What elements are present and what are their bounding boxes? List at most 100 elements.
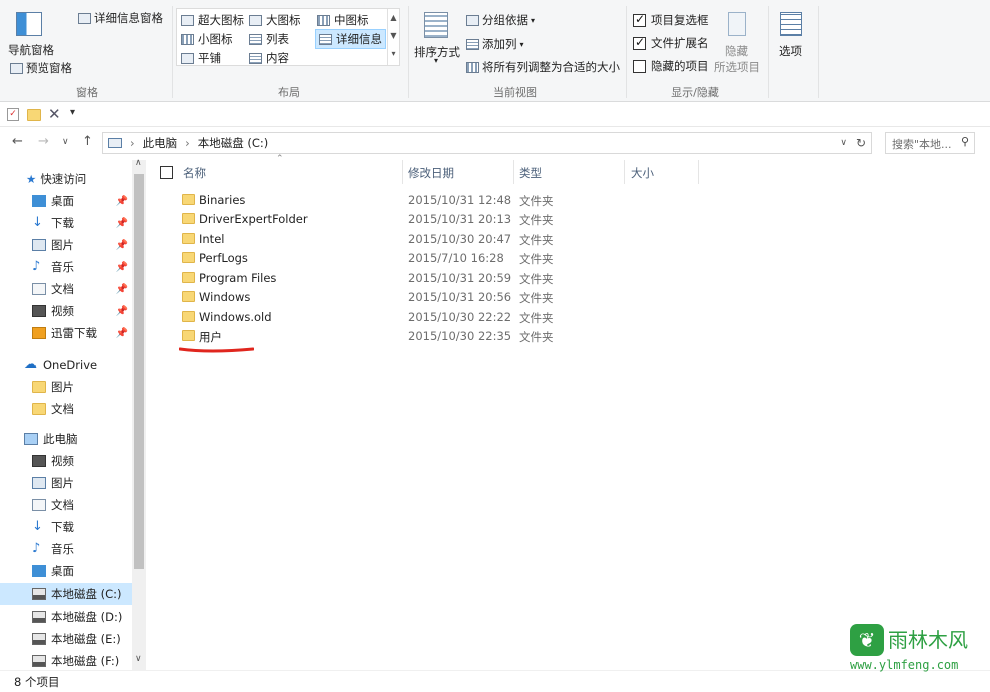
back-arrow-icon[interactable]: ← — [12, 134, 23, 149]
file-row-windows-old[interactable]: Windows.old 2015/10/30 22:22 文件夹 — [176, 308, 776, 327]
pin-icon[interactable]: 📌 — [116, 196, 128, 207]
column-header-size[interactable]: 大小 — [631, 165, 654, 181]
delete-icon[interactable]: ✕ — [48, 105, 61, 123]
layout-gallery[interactable]: 超大图标 大图标 中图标 小图标 列表 详细信息 平铺 内容 ▲ ▼ ▾ — [176, 8, 400, 66]
column-header-type[interactable]: 类型 — [519, 165, 542, 181]
group-by-button[interactable]: 分组依据 ▾ — [466, 12, 535, 28]
sidebar-item-downloads[interactable]: ↓ 下载 📌 — [0, 212, 132, 234]
hidden-items-toggle[interactable]: 隐藏的项目 — [633, 58, 709, 74]
pin-icon[interactable]: 📌 — [116, 262, 128, 273]
details-pane-button[interactable]: 详细信息窗格 — [78, 10, 163, 26]
size-all-columns-button[interactable]: 将所有列调整为合适的大小 — [466, 59, 620, 75]
column-divider[interactable] — [402, 160, 403, 184]
drive-c-icon — [32, 588, 46, 600]
sidebar-item-music[interactable]: ♪ 音乐 📌 — [0, 256, 132, 278]
layout-content[interactable]: 内容 — [249, 50, 289, 66]
folder-icon — [182, 252, 195, 263]
sidebar-item-pc-documents[interactable]: 文档 — [0, 494, 132, 516]
add-columns-button[interactable]: 添加列 ▾ — [466, 36, 524, 52]
file-row-driverexpertfolder[interactable]: DriverExpertFolder 2015/10/31 20:13 文件夹 — [176, 210, 776, 229]
large-icons-icon — [249, 14, 262, 26]
address-dropdown-icon[interactable]: ∨ — [840, 138, 847, 148]
breadcrumb-separator-icon[interactable]: › — [185, 136, 190, 150]
file-row-binaries[interactable]: Binaries 2015/10/31 12:48 文件夹 — [176, 191, 776, 210]
sidebar-item-onedrive-documents[interactable]: 文档 — [0, 398, 132, 420]
sidebar-item-pc-downloads[interactable]: ↓ 下载 — [0, 516, 132, 538]
pin-icon[interactable]: 📌 — [116, 284, 128, 295]
new-folder-icon[interactable] — [27, 109, 41, 121]
forward-arrow-icon[interactable]: → — [38, 134, 49, 149]
properties-icon[interactable]: ✓ — [7, 108, 19, 121]
hide-selected-label-1: 隐藏 — [725, 44, 748, 58]
layout-list[interactable]: 列表 — [249, 31, 289, 47]
options-button[interactable]: 选项 — [772, 8, 810, 64]
column-divider[interactable] — [513, 160, 514, 184]
pin-icon[interactable]: 📌 — [116, 218, 128, 229]
sidebar-item-videos[interactable]: 视频 📌 — [0, 300, 132, 322]
pin-icon[interactable]: 📌 — [116, 240, 128, 251]
sidebar-item-drive-c[interactable]: 本地磁盘 (C:) — [0, 583, 132, 605]
folder-icon — [182, 194, 195, 205]
sidebar-item-onedrive-pictures[interactable]: 图片 — [0, 376, 132, 398]
scroll-down-icon[interactable]: ∨ — [135, 654, 142, 664]
customize-toolbar-icon[interactable]: ▾ — [70, 107, 75, 118]
preview-pane-button[interactable]: 预览窗格 — [10, 60, 72, 76]
column-header-date[interactable]: 修改日期 — [408, 165, 454, 181]
column-divider[interactable] — [624, 160, 625, 184]
sidebar-item-pc-videos[interactable]: 视频 — [0, 450, 132, 472]
recent-locations-chevron-icon[interactable]: ∨ — [62, 137, 69, 147]
sidebar-scrollbar[interactable]: ∧ ∨ — [132, 158, 146, 670]
layout-tiles[interactable]: 平铺 — [181, 50, 221, 66]
sidebar-item-pc-desktop[interactable]: 桌面 — [0, 560, 132, 582]
breadcrumb-drive-c[interactable]: 本地磁盘 (C:) — [198, 135, 269, 151]
sidebar-onedrive[interactable]: ☁ OneDrive — [0, 354, 132, 376]
pin-icon[interactable]: 📌 — [116, 328, 128, 339]
file-name: Windows — [199, 290, 251, 304]
breadcrumb-separator-icon[interactable]: › — [130, 136, 135, 150]
refresh-icon[interactable]: ↻ — [856, 136, 866, 150]
sidebar-item-pc-pictures[interactable]: 图片 — [0, 472, 132, 494]
layout-large-icons[interactable]: 大图标 — [249, 12, 301, 28]
sidebar-quick-access[interactable]: ★ 快速访问 — [0, 168, 132, 190]
nav-pane-button[interactable]: 导航窗格 — [6, 8, 58, 60]
scrollbar-thumb[interactable] — [134, 174, 144, 569]
file-row-users[interactable]: 用户 2015/10/30 22:35 文件夹 — [176, 327, 776, 346]
sidebar-item-desktop[interactable]: 桌面 📌 — [0, 190, 132, 212]
sidebar-item-drive-d[interactable]: 本地磁盘 (D:) — [0, 606, 132, 628]
file-row-windows[interactable]: Windows 2015/10/31 20:56 文件夹 — [176, 288, 776, 307]
extra-large-icons-icon — [181, 14, 194, 26]
sort-by-button[interactable]: 排序方式 ▾ — [412, 8, 462, 68]
breadcrumb-this-pc[interactable]: 此电脑 — [143, 135, 178, 151]
sidebar-item-drive-f[interactable]: 本地磁盘 (F:) — [0, 650, 132, 672]
sidebar-item-drive-e[interactable]: 本地磁盘 (E:) — [0, 628, 132, 650]
up-arrow-icon[interactable]: ↑ — [82, 134, 93, 149]
options-icon — [780, 12, 802, 36]
download-arrow-icon: ↓ — [32, 215, 43, 230]
column-header-name[interactable]: 名称 — [183, 165, 206, 181]
cloud-icon: ☁ — [24, 357, 37, 372]
file-row-perflogs[interactable]: PerfLogs 2015/7/10 16:28 文件夹 — [176, 249, 776, 268]
select-all-checkbox[interactable] — [160, 166, 173, 179]
address-bar[interactable]: › 此电脑 › 本地磁盘 (C:) ∨ ↻ — [102, 132, 872, 154]
ribbon-separator — [408, 6, 409, 98]
layout-medium-icons[interactable]: 中图标 — [317, 12, 369, 28]
sidebar-item-documents[interactable]: 文档 📌 — [0, 278, 132, 300]
sidebar-this-pc[interactable]: 此电脑 — [0, 428, 132, 450]
hide-selected-button[interactable]: 隐藏 所选项目 — [712, 8, 764, 74]
layout-scroll-arrows[interactable]: ▲ ▼ ▾ — [387, 9, 399, 65]
file-extensions-toggle[interactable]: 文件扩展名 — [633, 35, 709, 51]
sidebar-item-pc-music[interactable]: ♪ 音乐 — [0, 538, 132, 560]
layout-extra-large-icons[interactable]: 超大图标 — [181, 12, 244, 28]
sidebar-item-pictures[interactable]: 图片 📌 — [0, 234, 132, 256]
file-type: 文件夹 — [519, 272, 554, 286]
item-checkboxes-toggle[interactable]: 项目复选框 — [633, 12, 709, 28]
scroll-up-icon[interactable]: ∧ — [135, 158, 142, 168]
pin-icon[interactable]: 📌 — [116, 306, 128, 317]
sidebar-item-xunlei[interactable]: 迅雷下载 📌 — [0, 322, 132, 344]
file-row-intel[interactable]: Intel 2015/10/30 20:47 文件夹 — [176, 230, 776, 249]
file-row-program-files[interactable]: Program Files 2015/10/31 20:59 文件夹 — [176, 269, 776, 288]
layout-small-icons[interactable]: 小图标 — [181, 31, 233, 47]
search-box[interactable]: 搜索"本地... ⚲ — [885, 132, 975, 154]
layout-details[interactable]: 详细信息 — [315, 29, 386, 49]
column-divider[interactable] — [698, 160, 699, 184]
